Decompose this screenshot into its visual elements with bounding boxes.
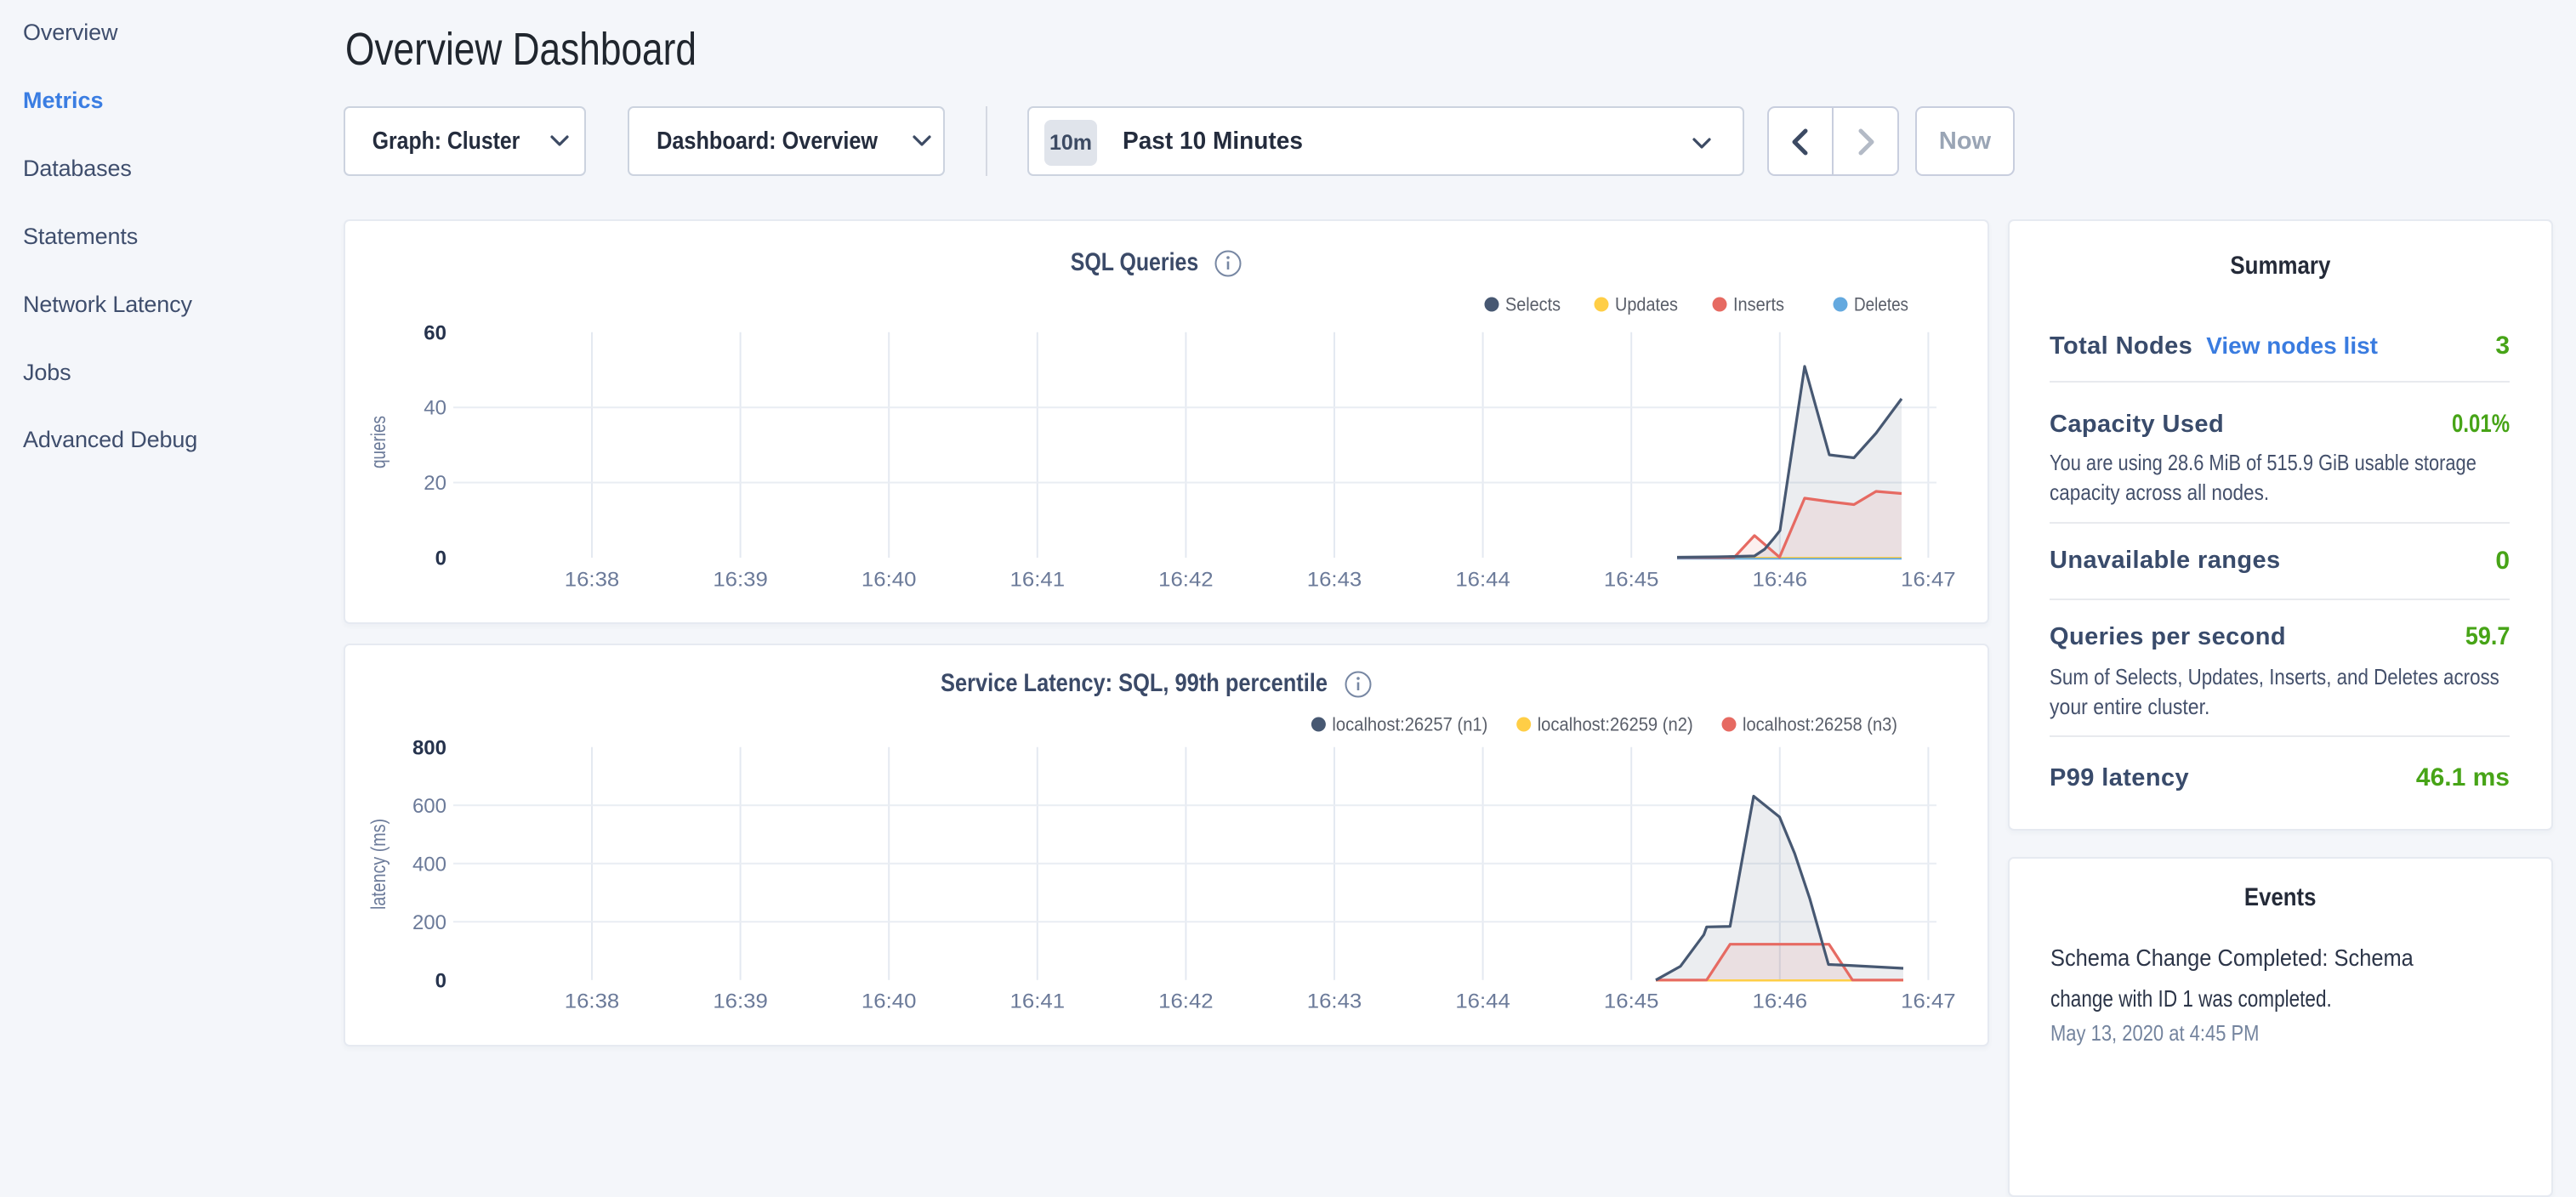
svg-text:16:43: 16:43 (1307, 569, 1362, 592)
svg-text:16:47: 16:47 (1901, 569, 1956, 592)
svg-text:localhost:26258 (n3): localhost:26258 (n3) (1743, 714, 1897, 735)
svg-text:Deletes: Deletes (1854, 294, 1908, 315)
svg-text:localhost:26257 (n1): localhost:26257 (n1) (1332, 714, 1487, 735)
svg-text:16:45: 16:45 (1604, 990, 1659, 1013)
svg-text:0: 0 (435, 969, 446, 992)
svg-text:Inserts: Inserts (1733, 294, 1784, 315)
svg-text:600: 600 (412, 795, 446, 818)
svg-text:16:38: 16:38 (565, 569, 620, 592)
svg-text:16:44: 16:44 (1455, 990, 1510, 1013)
svg-text:16:40: 16:40 (862, 569, 916, 592)
svg-text:Service Latency: SQL, 99th per: Service Latency: SQL, 99th percentile (941, 669, 1328, 697)
svg-text:16:42: 16:42 (1158, 990, 1214, 1013)
svg-text:Updates: Updates (1615, 294, 1678, 315)
svg-text:16:41: 16:41 (1010, 990, 1066, 1013)
svg-text:16:43: 16:43 (1307, 990, 1362, 1013)
svg-text:16:39: 16:39 (713, 990, 768, 1013)
svg-text:16:42: 16:42 (1158, 569, 1214, 592)
svg-text:16:45: 16:45 (1604, 569, 1659, 592)
svg-text:16:44: 16:44 (1455, 569, 1510, 592)
svg-text:200: 200 (412, 911, 446, 934)
svg-text:40: 40 (424, 397, 446, 420)
svg-text:0: 0 (435, 547, 446, 570)
svg-text:20: 20 (424, 472, 446, 495)
svg-text:16:41: 16:41 (1010, 569, 1066, 592)
svg-text:16:47: 16:47 (1901, 990, 1956, 1013)
svg-text:800: 800 (412, 736, 446, 759)
svg-text:16:38: 16:38 (565, 990, 620, 1013)
svg-text:localhost:26259 (n2): localhost:26259 (n2) (1538, 714, 1693, 735)
svg-text:400: 400 (412, 853, 446, 876)
svg-text:latency (ms): latency (ms) (367, 819, 390, 910)
svg-text:16:46: 16:46 (1753, 569, 1808, 592)
svg-text:Selects: Selects (1505, 294, 1561, 315)
svg-text:queries: queries (367, 416, 390, 468)
svg-text:16:46: 16:46 (1753, 990, 1808, 1013)
svg-text:16:40: 16:40 (862, 990, 916, 1013)
svg-text:SQL Queries: SQL Queries (1071, 248, 1199, 276)
svg-text:60: 60 (424, 321, 446, 344)
svg-text:16:39: 16:39 (713, 569, 768, 592)
